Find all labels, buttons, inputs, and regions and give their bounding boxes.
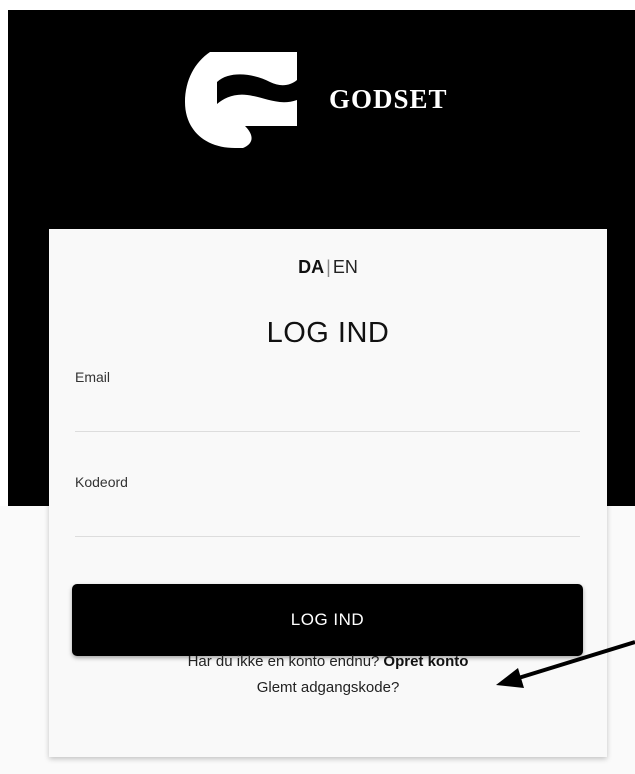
arrow-pointer-icon [496, 640, 635, 688]
language-switcher: DA | EN [49, 257, 607, 278]
page-title: LOG IND [266, 317, 390, 349]
language-option-en[interactable]: EN [333, 257, 358, 277]
signup-prompt: Har du ikke en konto endnu? [187, 653, 380, 670]
signup-link[interactable]: Opret konto [383, 653, 468, 670]
godset-logo-icon [175, 52, 297, 148]
brand-name: GODSET [329, 84, 448, 114]
password-field[interactable] [75, 506, 580, 537]
language-separator: | [326, 257, 331, 277]
email-field[interactable] [75, 401, 580, 432]
email-label: Email [75, 369, 111, 385]
language-option-da[interactable]: DA [298, 257, 324, 277]
password-label: Kodeord [75, 474, 128, 490]
